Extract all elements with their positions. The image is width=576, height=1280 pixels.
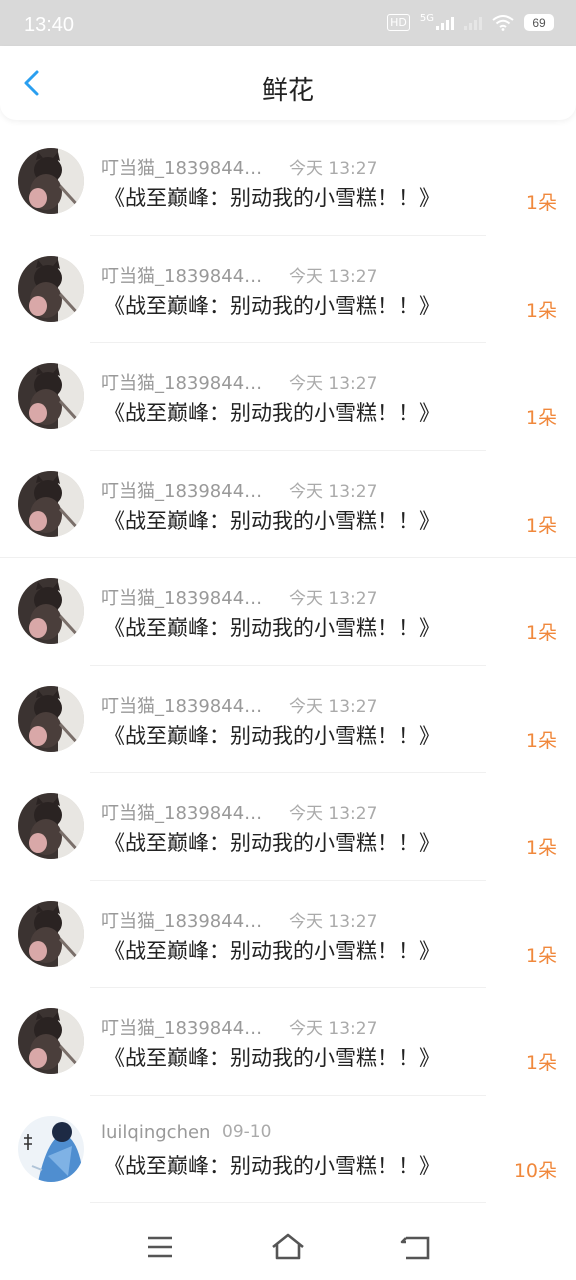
user-name: 叮当猫_1839844… bbox=[101, 480, 263, 502]
book-title[interactable]: 《战至巅峰：别动我的小雪糕！！》 bbox=[104, 720, 440, 750]
menu-icon[interactable] bbox=[140, 1230, 180, 1264]
signal-icon bbox=[436, 16, 454, 30]
flower-count: 1朵 bbox=[525, 514, 557, 537]
network-label: 5G bbox=[419, 13, 434, 24]
list-item[interactable]: 叮当猫_1839844… 今天 13:27 《战至巅峰：别动我的小雪糕！！》 1… bbox=[0, 988, 576, 1096]
divider bbox=[90, 1202, 486, 1203]
list-item[interactable]: 叮当猫_1839844… 今天 13:27 《战至巅峰：别动我的小雪糕！！》 1… bbox=[0, 773, 576, 881]
book-title[interactable]: 《战至巅峰：别动我的小雪糕！！》 bbox=[104, 827, 440, 857]
app-header: 鲜花 bbox=[0, 46, 576, 120]
list-item[interactable]: 叮当猫_1839844… 今天 13:27 《战至巅峰：别动我的小雪糕！！》 1… bbox=[0, 236, 576, 343]
flower-count: 1朵 bbox=[525, 622, 557, 644]
user-name: 叮当猫_1839844… bbox=[101, 265, 263, 287]
user-name: 叮当猫_1839844… bbox=[101, 158, 263, 179]
user-name: 叮当猫_1839844… bbox=[101, 373, 263, 394]
timestamp: 09-10 bbox=[222, 1121, 272, 1142]
avatar[interactable] bbox=[18, 1008, 84, 1074]
timestamp: 今天 13:27 bbox=[289, 159, 378, 179]
user-name: 叮当猫_1839844… bbox=[101, 695, 263, 717]
flower-count: 1朵 bbox=[525, 837, 557, 859]
book-title[interactable]: 《战至巅峰：别动我的小雪糕！！》 bbox=[104, 935, 440, 965]
list-item[interactable]: 叮当猫_1839844… 今天 13:27 《战至巅峰：别动我的小雪糕！！》 1… bbox=[0, 558, 576, 666]
book-title[interactable]: 《战至巅峰：别动我的小雪糕！！》 bbox=[104, 505, 440, 535]
avatar[interactable] bbox=[18, 470, 84, 537]
status-icons: HD 5G 69 bbox=[387, 13, 554, 31]
list-item[interactable]: 叮当猫_1839844… 今天 13:27 《战至巅峰：别动我的小雪糕！！》 1… bbox=[0, 881, 576, 988]
list-item[interactable]: 叮当猫_1839844… 今天 13:27 《战至巅峰：别动我的小雪糕！！》 1… bbox=[0, 343, 576, 451]
book-title[interactable]: 《战至巅峰：别动我的小雪糕！！》 bbox=[104, 612, 440, 642]
flower-count: 1朵 bbox=[525, 407, 557, 429]
status-bar: 13:40 HD 5G 69 bbox=[0, 0, 576, 46]
timestamp: 今天 13:27 bbox=[289, 266, 378, 287]
return-icon[interactable] bbox=[396, 1230, 436, 1264]
timestamp: 今天 13:27 bbox=[289, 696, 378, 717]
list-item[interactable]: 叮当猫_1839844… 今天 13:27 《战至巅峰：别动我的小雪糕！！》 1… bbox=[0, 666, 576, 773]
user-name: 叮当猫_1839844… bbox=[101, 1018, 263, 1039]
flower-count: 1朵 bbox=[525, 944, 557, 967]
book-title[interactable]: 《战至巅峰：别动我的小雪糕！！》 bbox=[104, 397, 440, 427]
avatar[interactable] bbox=[18, 363, 84, 429]
avatar[interactable] bbox=[18, 255, 84, 322]
status-time: 13:40 bbox=[24, 14, 75, 36]
avatar[interactable] bbox=[18, 148, 84, 214]
user-name: 叮当猫_1839844… bbox=[101, 588, 263, 609]
timestamp: 今天 13:27 bbox=[289, 481, 378, 502]
user-name: 叮当猫_1839844… bbox=[101, 803, 263, 824]
system-nav-bar bbox=[0, 1210, 576, 1280]
avatar[interactable] bbox=[18, 578, 84, 644]
flower-list: 叮当猫_1839844… 今天 13:27 《战至巅峰：别动我的小雪糕！！》 1… bbox=[0, 128, 576, 1203]
timestamp: 今天 13:27 bbox=[289, 374, 378, 394]
wifi-icon bbox=[492, 14, 514, 31]
avatar[interactable] bbox=[18, 685, 84, 752]
book-title[interactable]: 《战至巅峰：别动我的小雪糕！！》 bbox=[104, 290, 440, 320]
avatar[interactable] bbox=[18, 900, 84, 967]
page-title: 鲜花 bbox=[261, 76, 314, 106]
timestamp: 今天 13:27 bbox=[289, 589, 378, 609]
home-icon[interactable] bbox=[268, 1230, 308, 1264]
flower-count: 10朵 bbox=[513, 1159, 557, 1182]
list-item[interactable]: luilqingchen 09-10 《战至巅峰：别动我的小雪糕！！》 10朵 bbox=[0, 1096, 576, 1203]
flower-count: 1朵 bbox=[525, 729, 557, 752]
book-title[interactable]: 《战至巅峰：别动我的小雪糕！！》 bbox=[104, 1042, 440, 1072]
list-item[interactable]: 叮当猫_1839844… 今天 13:27 《战至巅峰：别动我的小雪糕！！》 1… bbox=[0, 128, 576, 236]
avatar[interactable] bbox=[18, 1115, 84, 1182]
timestamp: 今天 13:27 bbox=[289, 804, 378, 824]
avatar[interactable] bbox=[18, 793, 84, 859]
signal-secondary-icon bbox=[464, 16, 482, 30]
timestamp: 今天 13:27 bbox=[289, 1019, 378, 1039]
flower-count: 1朵 bbox=[525, 1052, 557, 1074]
book-title[interactable]: 《战至巅峰：别动我的小雪糕！！》 bbox=[104, 1150, 440, 1180]
battery-icon: 69 bbox=[524, 14, 554, 31]
flower-count: 1朵 bbox=[525, 192, 557, 214]
hd-icon: HD bbox=[387, 14, 410, 31]
user-name: luilqingchen bbox=[101, 1121, 211, 1143]
book-title[interactable]: 《战至巅峰：别动我的小雪糕！！》 bbox=[104, 182, 440, 212]
timestamp: 今天 13:27 bbox=[289, 911, 378, 932]
flower-count: 1朵 bbox=[525, 299, 557, 322]
list-item[interactable]: 叮当猫_1839844… 今天 13:27 《战至巅峰：别动我的小雪糕！！》 1… bbox=[0, 451, 576, 558]
user-name: 叮当猫_1839844… bbox=[101, 910, 263, 932]
